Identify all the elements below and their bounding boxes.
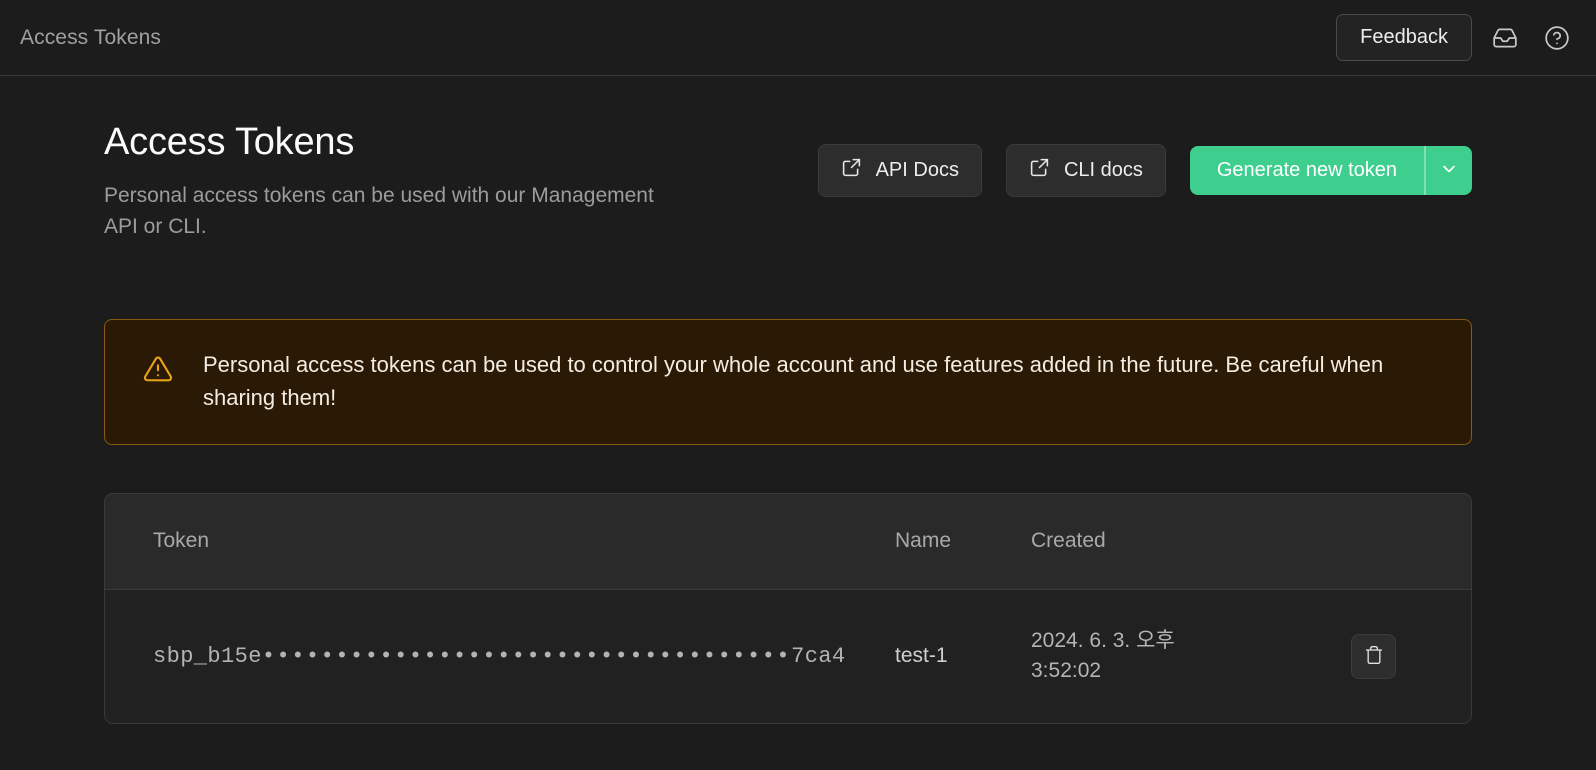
page-content: Access Tokens Personal access tokens can… <box>0 76 1596 724</box>
cli-docs-button[interactable]: CLI docs <box>1005 144 1166 197</box>
trash-icon <box>1364 645 1384 668</box>
external-link-icon <box>1029 157 1050 184</box>
page-header-text: Access Tokens Personal access tokens can… <box>104 121 724 242</box>
page-title: Access Tokens <box>104 121 355 163</box>
token-cell: sbp_b15e••••••••••••••••••••••••••••••••… <box>105 644 895 669</box>
page-header-row: Access Tokens Personal access tokens can… <box>104 121 1472 242</box>
delete-token-button[interactable] <box>1351 633 1396 679</box>
inbox-icon[interactable] <box>1486 19 1524 57</box>
table-header-row: Token Name Created <box>105 493 1471 590</box>
chevron-down-icon <box>1439 159 1459 182</box>
api-docs-label: API Docs <box>875 159 959 181</box>
token-actions-cell <box>1351 633 1471 679</box>
token-prefix: sbp_b15e <box>153 643 262 669</box>
page-subtitle: Personal access tokens can be used with … <box>104 184 654 239</box>
token-name: test-1 <box>895 644 948 668</box>
generate-token-split-button: Generate new token <box>1189 146 1472 195</box>
breadcrumb-access-tokens: Access Tokens <box>20 25 161 49</box>
column-header-created: Created <box>1031 529 1106 553</box>
warning-text: Personal access tokens can be used to co… <box>203 352 1384 410</box>
top-bar: Access Tokens Feedback <box>0 0 1596 76</box>
token-created: 2024. 6. 3. 오후 3:52:02 <box>1031 628 1175 683</box>
topbar-actions: Feedback <box>1336 14 1576 61</box>
alert-triangle-icon <box>143 349 173 389</box>
token-name-cell: test-1 <box>895 644 1031 668</box>
feedback-button[interactable]: Feedback <box>1336 14 1472 61</box>
column-header-name: Name <box>895 529 952 553</box>
page-header-actions: API Docs CLI docs Generate new token <box>817 122 1472 197</box>
token-mask: •••••••••••••••••••••••••••••••••••• <box>261 643 792 669</box>
api-docs-button[interactable]: API Docs <box>817 144 982 197</box>
generate-token-dropdown-button[interactable] <box>1426 146 1472 195</box>
token-suffix: 7ca4 <box>791 643 846 669</box>
cli-docs-label: CLI docs <box>1063 159 1143 181</box>
token-created-cell: 2024. 6. 3. 오후 3:52:02 <box>1031 626 1351 687</box>
table-row: sbp_b15e••••••••••••••••••••••••••••••••… <box>105 589 1471 723</box>
help-circle-icon[interactable] <box>1538 19 1576 57</box>
external-link-icon <box>841 157 862 184</box>
column-header-token: Token <box>153 529 210 553</box>
generate-new-token-button[interactable]: Generate new token <box>1189 146 1424 195</box>
warning-banner: Personal access tokens can be used to co… <box>104 319 1472 445</box>
tokens-table: Token Name Created sbp_b15e•••••••••••••… <box>104 492 1472 724</box>
